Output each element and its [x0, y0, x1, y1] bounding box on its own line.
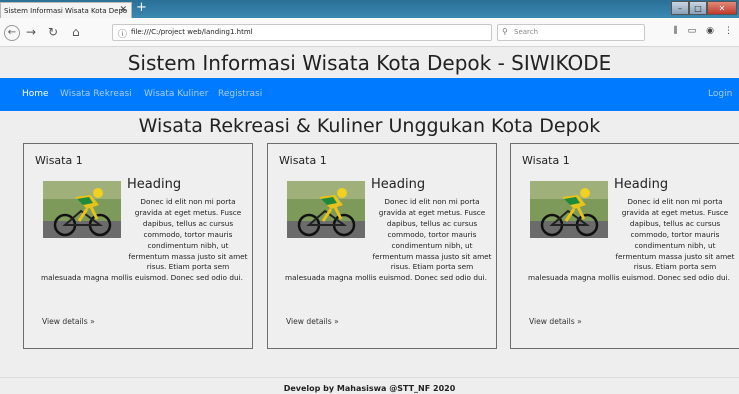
toolbar-icons: ⫼ ▭ ◉ ⋮ — [673, 26, 733, 36]
forward-arrow-icon[interactable]: → — [26, 23, 36, 41]
nav-login[interactable]: Login — [708, 89, 732, 99]
library-icon[interactable]: ⫼ — [673, 26, 677, 36]
footer-divider — [0, 377, 739, 378]
page-info-icon[interactable]: ⓘ — [118, 27, 127, 40]
nav-wisata-rekreasi[interactable]: Wisata Rekreasi — [60, 89, 132, 99]
card: Wisata 1 Heading Donec id elit non mi po… — [510, 143, 739, 349]
main-navbar: Home Wisata Rekreasi Wisata Kuliner Regi… — [0, 78, 739, 111]
view-details-link[interactable]: View details » — [529, 317, 582, 326]
card-text: Donec id elit non mi porta gravida at eg… — [522, 197, 736, 284]
browser-tab[interactable]: Sistem Informasi Wisata Kota Depo ✕ — [0, 2, 132, 18]
extension-icon[interactable]: ◉ — [706, 26, 714, 36]
card: Wisata 1 Heading Donec id elit non mi po… — [23, 143, 253, 349]
window-close-icon[interactable]: ✕ — [707, 1, 737, 15]
nav-registrasi[interactable]: Registrasi — [218, 89, 262, 99]
card-title: Wisata 1 — [279, 154, 327, 167]
search-placeholder: Search — [514, 28, 539, 36]
url-bar[interactable]: ⓘ file:///C:/project web/landing1.html — [112, 24, 492, 41]
new-tab-button[interactable]: + — [136, 0, 147, 16]
card-heading: Heading — [127, 177, 182, 192]
reload-icon[interactable]: ↻ — [48, 23, 58, 41]
card: Wisata 1 Heading Donec id elit non mi po… — [267, 143, 497, 349]
window-controls: – □ ✕ — [671, 1, 737, 15]
maximize-icon[interactable]: □ — [689, 1, 707, 15]
card-heading: Heading — [371, 177, 426, 192]
card-text: Donec id elit non mi porta gravida at eg… — [35, 197, 249, 284]
minimize-icon[interactable]: – — [671, 1, 689, 15]
sidebar-icon[interactable]: ▭ — [688, 26, 697, 36]
card-title: Wisata 1 — [35, 154, 83, 167]
section-heading: Wisata Rekreasi & Kuliner Unggukan Kota … — [138, 115, 601, 137]
browser-tab-bar: Sistem Informasi Wisata Kota Depo ✕ + – … — [0, 0, 739, 18]
home-icon[interactable]: ⌂ — [72, 23, 80, 41]
url-text: file:///C:/project web/landing1.html — [131, 28, 253, 36]
menu-icon[interactable]: ⋮ — [724, 26, 733, 36]
nav-wisata-kuliner[interactable]: Wisata Kuliner — [144, 89, 208, 99]
card-text: Donec id elit non mi porta gravida at eg… — [279, 197, 493, 284]
view-details-link[interactable]: View details » — [286, 317, 339, 326]
nav-home[interactable]: Home — [22, 89, 49, 99]
close-icon[interactable]: ✕ — [119, 5, 127, 15]
card-title: Wisata 1 — [522, 154, 570, 167]
tab-title: Sistem Informasi Wisata Kota Depo — [4, 7, 128, 15]
back-arrow-icon[interactable]: ← — [4, 25, 20, 41]
card-heading: Heading — [614, 177, 669, 192]
search-input[interactable]: ⚲ Search — [497, 24, 645, 41]
footer: Develop by Mahasiswa @STT_NF 2020 — [283, 384, 456, 393]
browser-toolbar: ← → ↻ ⌂ ⓘ file:///C:/project web/landing… — [0, 18, 739, 47]
page-content: Sistem Informasi Wisata Kota Depok - SIW… — [0, 47, 739, 394]
view-details-link[interactable]: View details » — [42, 317, 95, 326]
site-title: Sistem Informasi Wisata Kota Depok - SIW… — [127, 51, 612, 75]
search-icon: ⚲ — [502, 27, 508, 36]
